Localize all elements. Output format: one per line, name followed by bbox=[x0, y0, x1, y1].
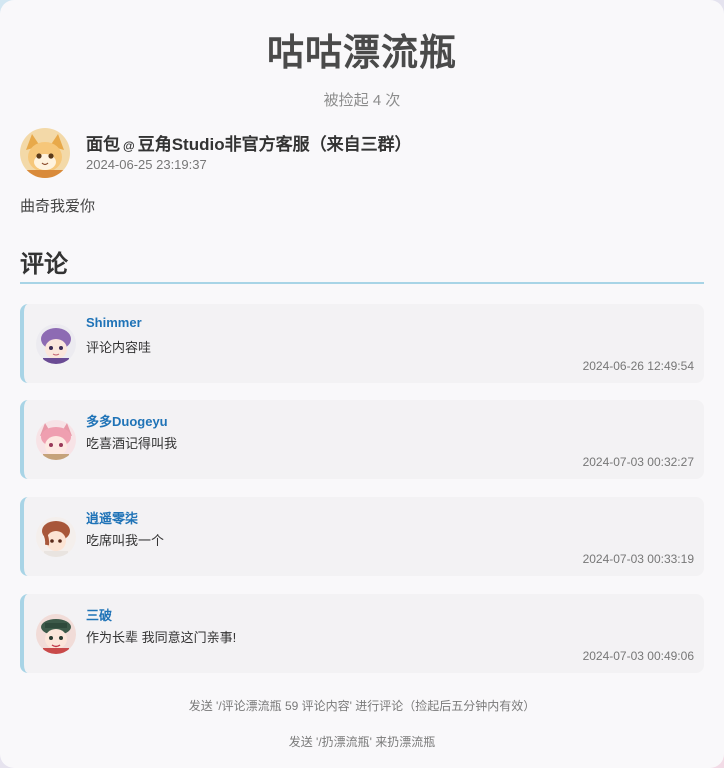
comment-timestamp: 2024-07-03 00:33:19 bbox=[582, 552, 694, 566]
at-sign: @ bbox=[123, 138, 135, 153]
comment-timestamp: 2024-07-03 00:32:27 bbox=[582, 455, 694, 469]
commenter-name: Shimmer bbox=[86, 315, 142, 330]
throw-hint: 发送 '/扔漂流瓶' 来扔漂流瓶 bbox=[288, 735, 436, 749]
comment-text: 作为长辈 我同意这门亲事! bbox=[86, 630, 237, 645]
page-title: 咕咕漂流瓶 bbox=[267, 32, 457, 73]
comment-item: 逍遥零柒 吃席叫我一个 2024-07-03 00:33:19 bbox=[20, 497, 704, 576]
author-timestamp: 2024-06-25 23:19:37 bbox=[86, 156, 207, 172]
picked-count: 被捡起 4 次 bbox=[323, 92, 401, 109]
author-name: 面包 @ 豆角Studio非官方客服（来自三群） bbox=[86, 134, 412, 157]
commenter-name: 逍遥零柒 bbox=[86, 511, 139, 526]
author-group: 豆角Studio非官方客服（来自三群） bbox=[137, 134, 412, 154]
comment-text: 评论内容哇 bbox=[86, 340, 152, 355]
comment-timestamp: 2024-06-26 12:49:54 bbox=[582, 359, 694, 373]
commenter-avatar bbox=[36, 324, 76, 364]
comment-text: 吃喜酒记得叫我 bbox=[86, 436, 178, 451]
comment-item: 多多Duogeyu 吃喜酒记得叫我 2024-07-03 00:32:27 bbox=[20, 400, 704, 479]
comment-timestamp: 2024-07-03 00:49:06 bbox=[582, 649, 694, 663]
commenter-name: 多多Duogeyu bbox=[86, 414, 168, 429]
bottle-card: 咕咕漂流瓶 被捡起 4 次 面包 @ 豆角Studio非官方客服（来自三群） 202… bbox=[0, 0, 724, 768]
commenter-name: 三破 bbox=[86, 608, 113, 623]
comment-hint: 发送 '/评论漂流瓶 59 评论内容' 进行评论（捡起后五分钟内有效） bbox=[188, 699, 536, 713]
author-nickname: 面包 bbox=[86, 134, 120, 154]
commenter-avatar bbox=[36, 517, 76, 557]
commenter-avatar bbox=[36, 420, 76, 460]
comment-item: Shimmer 评论内容哇 2024-06-26 12:49:54 bbox=[20, 304, 704, 383]
comment-text: 吃席叫我一个 bbox=[86, 533, 165, 548]
bottle-message: 曲奇我爱你 bbox=[20, 198, 96, 215]
comments-heading: 评论 bbox=[20, 251, 68, 278]
commenter-avatar bbox=[36, 614, 76, 654]
comment-item: 三破 作为长辈 我同意这门亲事! 2024-07-03 00:49:06 bbox=[20, 594, 704, 673]
comments-divider bbox=[20, 282, 704, 284]
author-block: 面包 @ 豆角Studio非官方客服（来自三群） 2024-06-25 23:19:… bbox=[20, 128, 412, 178]
author-avatar bbox=[20, 128, 70, 178]
